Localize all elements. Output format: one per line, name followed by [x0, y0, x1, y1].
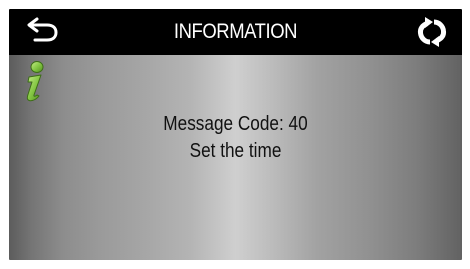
refresh-button[interactable] [416, 16, 448, 48]
message-box: Message Code: 40 Set the time [9, 111, 462, 165]
message-code: Message Code: 40 [163, 113, 308, 135]
info-icon [20, 61, 48, 103]
content-area: Message Code: 40 Set the time [9, 55, 462, 260]
page-title: INFORMATION [173, 20, 298, 43]
screen-frame: INFORMATION Message Code: 40 Set the tim… [9, 9, 462, 260]
header-bar: INFORMATION [9, 9, 462, 55]
message-text: Set the time [189, 140, 282, 162]
refresh-icon [417, 17, 447, 47]
